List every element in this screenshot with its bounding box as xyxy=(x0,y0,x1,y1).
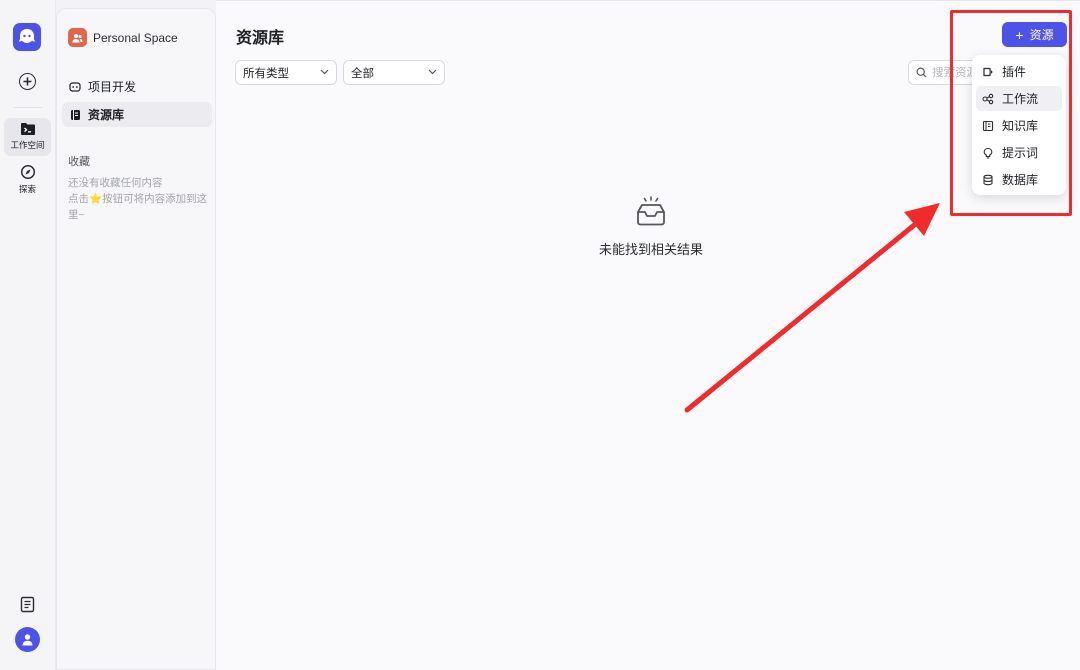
team-icon xyxy=(68,28,87,47)
rail-divider xyxy=(14,107,42,108)
type-filter-select[interactable]: 所有类型 xyxy=(235,60,337,85)
rail-workspace-label: 工作空间 xyxy=(10,140,45,150)
sidebar-item-project-dev[interactable]: 项目开发 xyxy=(62,74,212,99)
workflow-icon xyxy=(982,93,994,105)
sidebar-item-library[interactable]: 资源库 xyxy=(62,102,212,127)
empty-inbox-icon xyxy=(637,196,665,226)
menu-item-label: 提示词 xyxy=(1002,146,1039,160)
menu-item-knowledge[interactable]: 知识库 xyxy=(976,113,1062,138)
document-icon[interactable] xyxy=(20,596,35,618)
search-icon xyxy=(916,67,927,78)
add-resource-label: 资源 xyxy=(1029,28,1054,42)
database-icon xyxy=(982,174,994,186)
scope-filter-value: 全部 xyxy=(351,67,374,80)
space-name: Personal Space xyxy=(93,30,178,45)
type-filter-value: 所有类型 xyxy=(243,67,289,80)
favorites-empty-line2-start: 点击 xyxy=(68,193,89,205)
menu-item-label: 知识库 xyxy=(1002,119,1039,133)
favorites-empty-line2: 点击⭐按钮可将内容添加到这里~ xyxy=(68,191,213,223)
add-resource-menu: 插件 工作流 知识库 提示词 数据库 xyxy=(972,55,1066,195)
plugin-icon xyxy=(982,66,994,78)
create-plus-icon[interactable] xyxy=(19,73,36,90)
menu-item-database[interactable]: 数据库 xyxy=(976,167,1062,192)
left-rail: 工作空间 探索 xyxy=(0,0,56,670)
main-content: 资源库 所有类型 全部 未能找到相关结果 + 资源 xyxy=(216,0,1080,670)
rail-explore-button[interactable]: 探索 xyxy=(4,162,51,198)
star-icon: ⭐ xyxy=(89,193,103,205)
favorites-empty-line1: 还没有收藏任何内容 xyxy=(68,177,163,189)
knowledge-icon xyxy=(982,120,994,132)
menu-item-label: 工作流 xyxy=(1002,92,1039,106)
favorites-empty-message: 还没有收藏任何内容 点击⭐按钮可将内容添加到这里~ xyxy=(68,175,213,223)
user-avatar-icon[interactable] xyxy=(15,627,40,652)
sidebar-item-label: 项目开发 xyxy=(88,80,137,94)
bot-icon xyxy=(68,81,82,92)
rail-explore-label: 探索 xyxy=(18,184,36,194)
menu-item-prompt[interactable]: 提示词 xyxy=(976,140,1062,165)
menu-item-workflow[interactable]: 工作流 xyxy=(976,86,1062,111)
sidebar-item-label: 资源库 xyxy=(88,108,125,122)
page-title: 资源库 xyxy=(236,30,285,47)
menu-item-label: 数据库 xyxy=(1002,173,1039,187)
empty-state: 未能找到相关结果 xyxy=(576,196,726,258)
rail-workspace-button[interactable]: 工作空间 xyxy=(4,118,51,156)
prompt-icon xyxy=(982,147,994,159)
chevron-down-icon xyxy=(320,69,329,75)
chevron-down-icon xyxy=(428,69,437,75)
empty-state-text: 未能找到相关结果 xyxy=(598,242,703,257)
scope-filter-select[interactable]: 全部 xyxy=(343,60,445,85)
favorites-title: 收藏 xyxy=(68,156,90,168)
workspace-sidebar: Personal Space 项目开发 资源库 收藏 还没有收藏任何内容 点击⭐… xyxy=(56,8,216,670)
library-icon xyxy=(68,109,82,121)
compass-icon xyxy=(20,164,35,180)
menu-item-plugin[interactable]: 插件 xyxy=(976,59,1062,84)
add-resource-button[interactable]: + 资源 xyxy=(1002,22,1067,47)
folder-terminal-icon xyxy=(20,123,35,135)
space-switcher[interactable]: Personal Space xyxy=(68,28,178,47)
plus-icon: + xyxy=(1015,26,1024,43)
menu-item-label: 插件 xyxy=(1002,65,1027,79)
app-logo-icon[interactable] xyxy=(13,23,41,51)
